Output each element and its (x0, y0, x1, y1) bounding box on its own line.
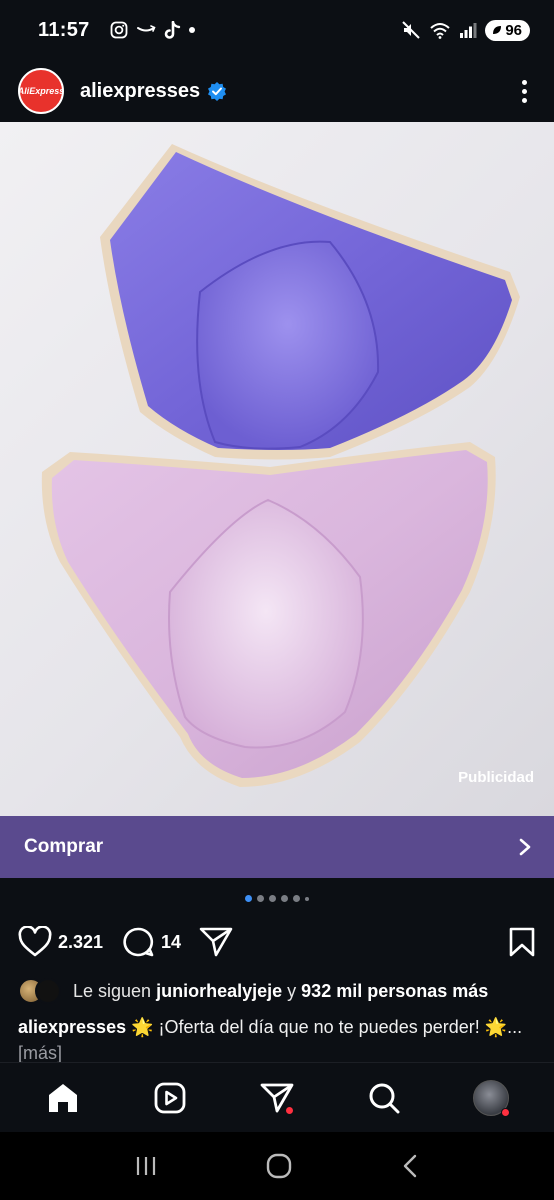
caption-account[interactable]: aliexpresses (18, 1017, 126, 1037)
mute-icon (402, 21, 421, 39)
direct-notification-dot (284, 1105, 294, 1115)
nav-reels[interactable] (143, 1071, 197, 1125)
battery-indicator: 96 (485, 19, 530, 41)
followed-prefix: Le siguen (73, 980, 152, 1001)
carousel-dot (293, 895, 300, 902)
amazon-icon (136, 25, 156, 32)
caption-more-link[interactable]: [más] (18, 1043, 62, 1063)
cta-label: Comprar (24, 836, 104, 857)
system-navigation (0, 1132, 554, 1200)
heart-icon[interactable] (18, 926, 52, 958)
account-avatar[interactable]: AliExpress (18, 68, 64, 114)
ad-label: Publicidad (458, 769, 534, 786)
carousel-dot (269, 895, 276, 902)
carousel-dot (281, 895, 288, 902)
nav-direct[interactable] (250, 1071, 304, 1125)
chevron-right-icon (518, 837, 532, 857)
like-count[interactable]: 2.321 (58, 932, 103, 953)
home-icon (49, 1083, 78, 1112)
followed-by-line[interactable]: Le siguen juniorhealyjeje y 932 mil pers… (18, 978, 548, 1004)
post-actions: 2.321 14 (0, 920, 554, 964)
nav-profile[interactable] (464, 1071, 518, 1125)
avatar-logo-text: AliExpress (18, 86, 64, 96)
carousel-dot (245, 895, 252, 902)
search-icon (369, 1083, 400, 1113)
back-icon[interactable] (400, 1153, 420, 1179)
comment-icon[interactable] (121, 926, 155, 958)
followed-middle: y (287, 980, 297, 1001)
home-button-icon[interactable] (266, 1153, 292, 1179)
post-caption: aliexpresses 🌟 ¡Oferta del día que no te… (18, 1014, 542, 1066)
product-photo (41, 144, 520, 787)
profile-notification-dot (500, 1107, 510, 1117)
verified-badge-icon (207, 81, 227, 101)
battery-level: 96 (505, 21, 522, 39)
followed-rest[interactable]: 932 mil personas más (301, 981, 488, 1002)
followed-user[interactable]: juniorhealyjeje (156, 981, 282, 1002)
share-icon[interactable] (199, 926, 233, 958)
more-options-icon[interactable] (512, 79, 536, 103)
caption-text: 🌟 ¡Oferta del día que no te puedes perde… (131, 1017, 523, 1037)
status-time: 11:57 (38, 18, 90, 41)
battery-saver-icon (493, 26, 502, 34)
bottom-navigation (0, 1062, 554, 1132)
reels-icon (154, 1082, 186, 1113)
follower-avatars (18, 978, 61, 1004)
tiktok-icon (164, 20, 180, 39)
post-image[interactable]: Publicidad (0, 122, 554, 816)
follower-avatar (35, 978, 61, 1004)
carousel-dot (257, 895, 264, 902)
notification-dot (188, 27, 195, 33)
nav-home[interactable] (36, 1071, 90, 1125)
comment-count[interactable]: 14 (161, 932, 181, 953)
wifi-icon (430, 23, 450, 39)
carousel-dot (305, 896, 309, 901)
recent-apps-icon[interactable] (134, 1154, 158, 1178)
status-bar: 11:57 96 (0, 0, 554, 60)
carousel-indicator (0, 895, 554, 902)
instagram-icon (110, 21, 127, 39)
post-header: AliExpress aliexpresses (0, 60, 554, 122)
shop-now-button[interactable]: Comprar (0, 816, 554, 878)
bookmark-icon[interactable] (508, 926, 536, 958)
nav-search[interactable] (357, 1071, 411, 1125)
signal-icon (460, 23, 477, 38)
account-name[interactable]: aliexpresses (80, 80, 200, 103)
